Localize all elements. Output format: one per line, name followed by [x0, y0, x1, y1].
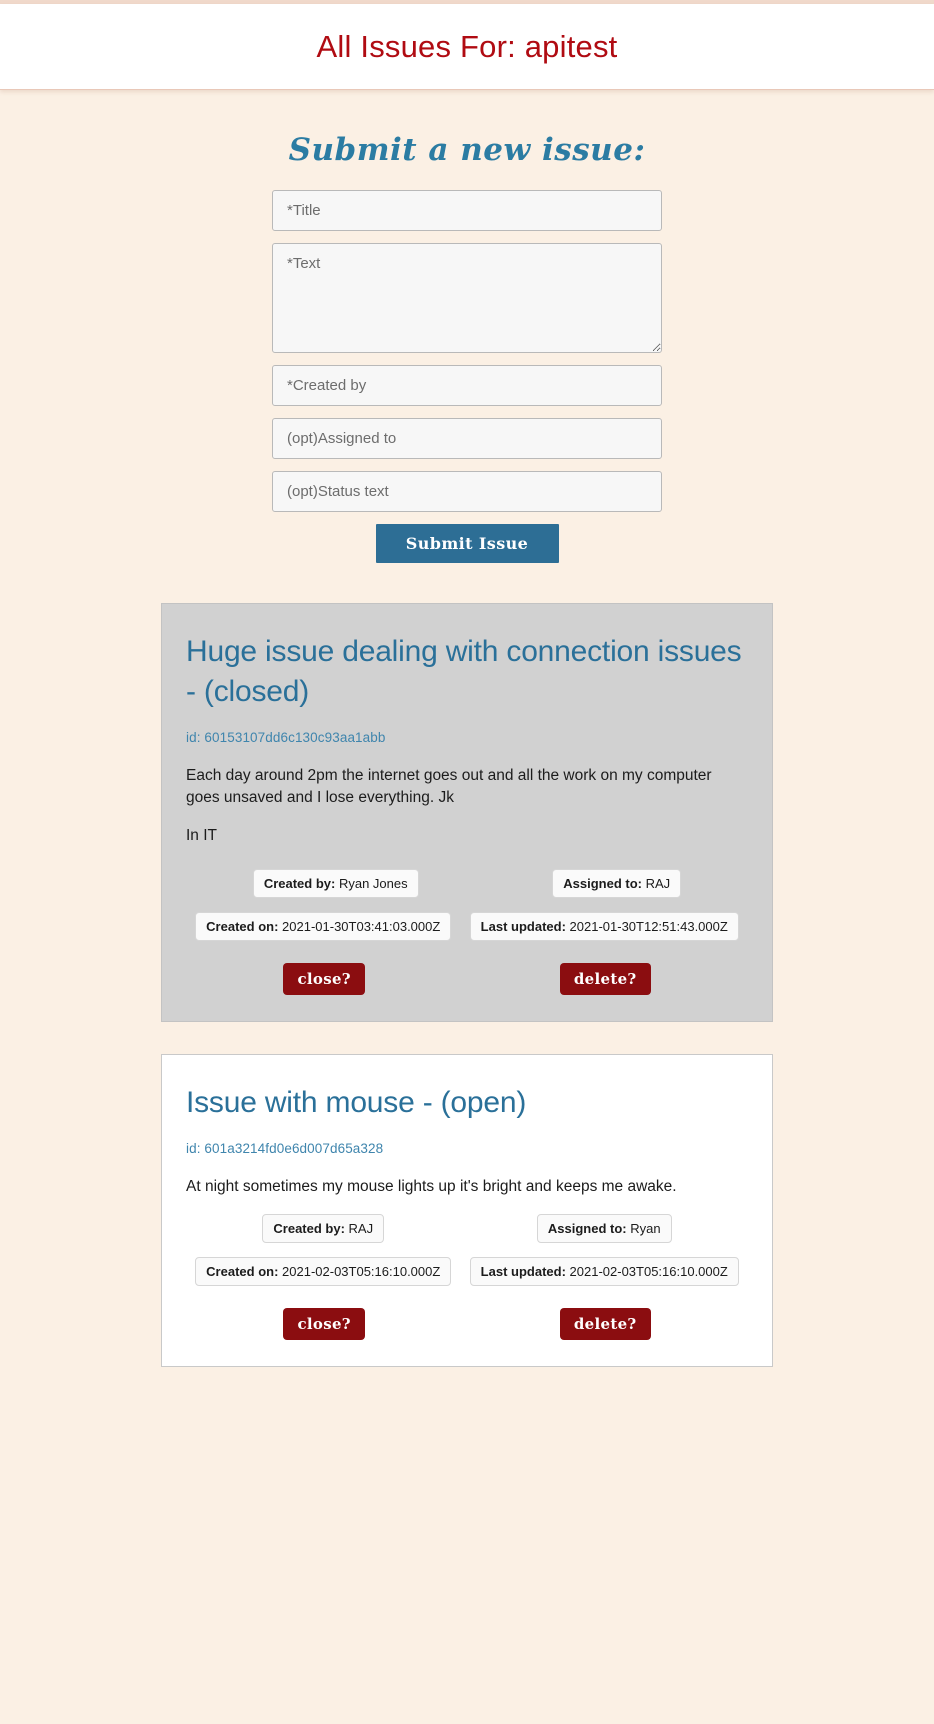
issue-id: id: 601a3214fd0e6d007d65a328 — [186, 1140, 384, 1156]
issue-dates-row: Created on: 2021-02-03T05:16:10.000Z Las… — [186, 1256, 748, 1286]
close-issue-button[interactable]: close? — [283, 962, 365, 995]
issue-card: Huge issue dealing with connection issue… — [161, 603, 773, 1022]
created-on-label: Created on: — [206, 1263, 279, 1279]
last-updated-badge: Last updated: 2021-01-30T12:51:43.000Z — [469, 911, 739, 941]
page-header: All Issues For: apitest — [0, 4, 934, 90]
page-root: All Issues For: apitest Submit a new iss… — [0, 0, 934, 1439]
assigned-to-value: RAJ — [645, 875, 671, 891]
created-by-badge: Created by: RAJ — [262, 1213, 385, 1243]
title-input[interactable] — [272, 190, 662, 231]
issue-actions-row: close? delete? — [186, 1307, 748, 1340]
issue-id: id: 60153107dd6c130c93aa1abb — [186, 729, 386, 745]
created-by-value: RAJ — [348, 1220, 374, 1236]
page-title: All Issues For: apitest — [316, 28, 618, 64]
close-issue-button[interactable]: close? — [283, 1307, 365, 1340]
created-on-value: 2021-01-30T03:41:03.000Z — [282, 918, 441, 934]
created-by-label: Created by: — [263, 875, 336, 891]
created-by-input[interactable] — [272, 365, 662, 406]
text-input[interactable] — [272, 243, 662, 353]
issue-people-row: Created by: RAJ Assigned to: Ryan — [186, 1213, 748, 1243]
last-updated-badge: Last updated: 2021-02-03T05:16:10.000Z — [469, 1256, 739, 1286]
assigned-to-value: Ryan — [630, 1220, 661, 1236]
created-on-badge: Created on: 2021-01-30T03:41:03.000Z — [195, 911, 452, 941]
issues-list: Huge issue dealing with connection issue… — [0, 603, 934, 1367]
submit-button-wrapper: Submit Issue — [272, 524, 662, 563]
form-heading: Submit a new issue: — [288, 132, 646, 168]
issue-actions-row: close? delete? — [186, 962, 748, 995]
assigned-to-input[interactable] — [272, 418, 662, 459]
created-on-badge: Created on: 2021-02-03T05:16:10.000Z — [195, 1256, 452, 1286]
last-updated-label: Last updated: — [480, 1263, 566, 1279]
assigned-to-label: Assigned to: — [563, 875, 642, 891]
issue-dates-row: Created on: 2021-01-30T03:41:03.000Z Las… — [186, 911, 748, 941]
last-updated-value: 2021-01-30T12:51:43.000Z — [569, 918, 728, 934]
new-issue-form: Submit Issue — [272, 190, 662, 563]
assigned-to-badge: Assigned to: RAJ — [552, 868, 682, 898]
created-by-badge: Created by: Ryan Jones — [252, 868, 419, 898]
status-text-input[interactable] — [272, 471, 662, 512]
assigned-to-label: Assigned to: — [547, 1220, 627, 1236]
last-updated-label: Last updated: — [480, 918, 566, 934]
issue-title: Huge issue dealing with connection issue… — [186, 635, 742, 708]
last-updated-value: 2021-02-03T05:16:10.000Z — [569, 1263, 728, 1279]
assigned-to-badge: Assigned to: Ryan — [536, 1213, 672, 1243]
issue-people-row: Created by: Ryan Jones Assigned to: RAJ — [186, 868, 748, 898]
created-on-label: Created on: — [206, 918, 279, 934]
submit-issue-button[interactable]: Submit Issue — [375, 524, 559, 563]
issue-card: Issue with mouse - (open) id: 601a3214fd… — [161, 1053, 773, 1367]
created-by-value: Ryan Jones — [338, 875, 408, 891]
created-on-value: 2021-02-03T05:16:10.000Z — [282, 1263, 441, 1279]
issue-status-text: In IT — [186, 826, 218, 844]
created-by-label: Created by: — [273, 1220, 345, 1236]
issue-text: At night sometimes my mouse lights up it… — [186, 1177, 677, 1195]
issue-text: Each day around 2pm the internet goes ou… — [186, 766, 712, 806]
delete-issue-button[interactable]: delete? — [559, 962, 651, 995]
delete-issue-button[interactable]: delete? — [559, 1307, 651, 1340]
main-content: Submit a new issue: Submit Issue Huge is… — [0, 132, 934, 1439]
issue-title: Issue with mouse - (open) — [186, 1085, 527, 1119]
